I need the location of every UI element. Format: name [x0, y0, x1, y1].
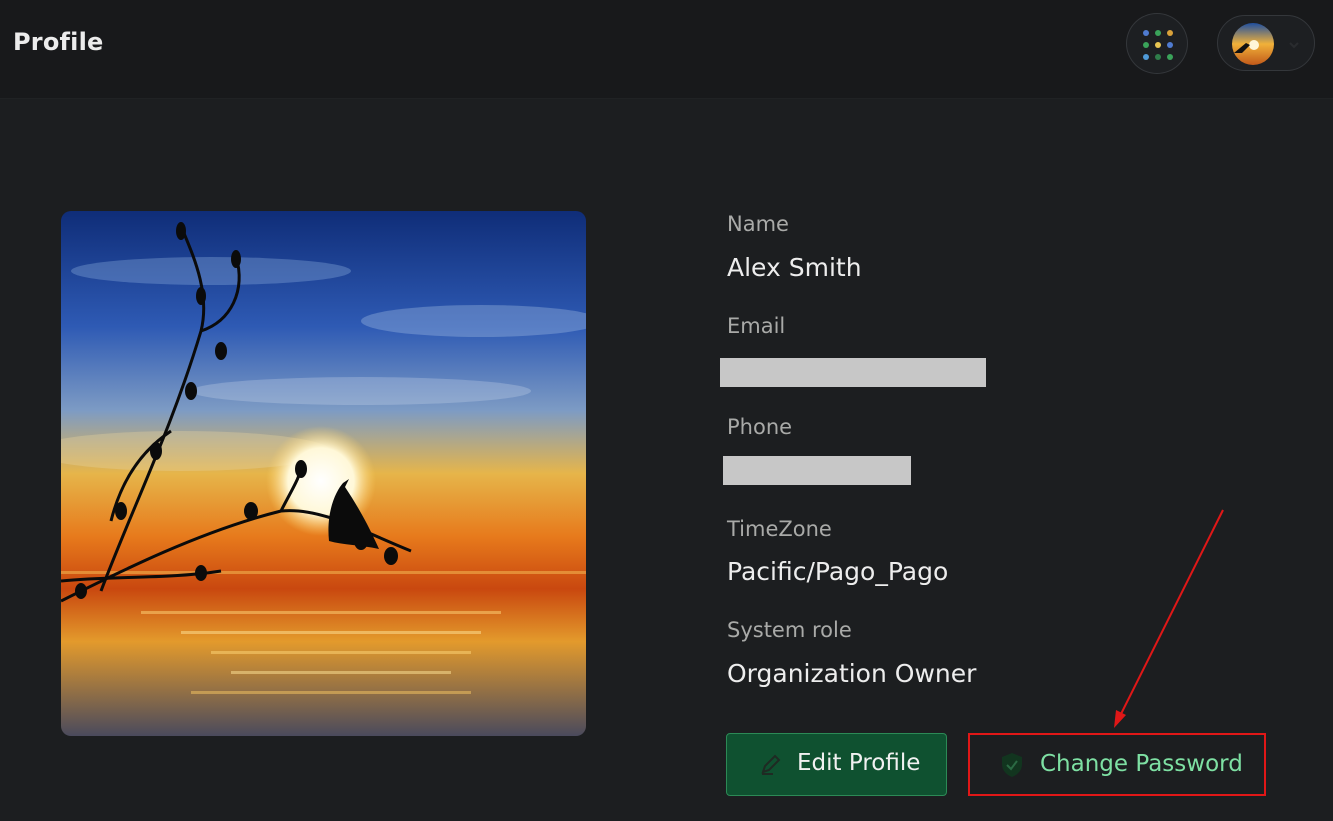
top-bar: Profile	[0, 0, 1333, 99]
timezone-value: Pacific/Pago_Pago	[727, 557, 949, 586]
name-label: Name	[727, 212, 789, 236]
edit-profile-button[interactable]: Edit Profile	[726, 733, 947, 796]
edit-profile-label: Edit Profile	[797, 750, 921, 776]
change-password-label: Change Password	[1040, 751, 1243, 777]
pencil-icon	[759, 752, 783, 776]
chevron-down-icon	[1288, 36, 1300, 49]
avatar	[1232, 23, 1274, 65]
apps-grid-icon	[1143, 30, 1173, 60]
name-value: Alex Smith	[727, 253, 862, 282]
system-role-value: Organization Owner	[727, 659, 977, 688]
profile-photo	[61, 211, 586, 736]
shield-check-icon	[1000, 752, 1024, 778]
user-menu-button[interactable]	[1217, 15, 1315, 71]
email-label: Email	[727, 314, 786, 338]
phone-label: Phone	[727, 415, 793, 439]
system-role-label: System role	[727, 618, 852, 642]
phone-value-redacted	[723, 456, 911, 485]
page-title: Profile	[13, 28, 104, 56]
apps-button[interactable]	[1126, 13, 1188, 74]
timezone-label: TimeZone	[727, 517, 832, 541]
email-value-redacted	[720, 358, 986, 387]
change-password-button[interactable]: Change Password	[968, 733, 1266, 796]
